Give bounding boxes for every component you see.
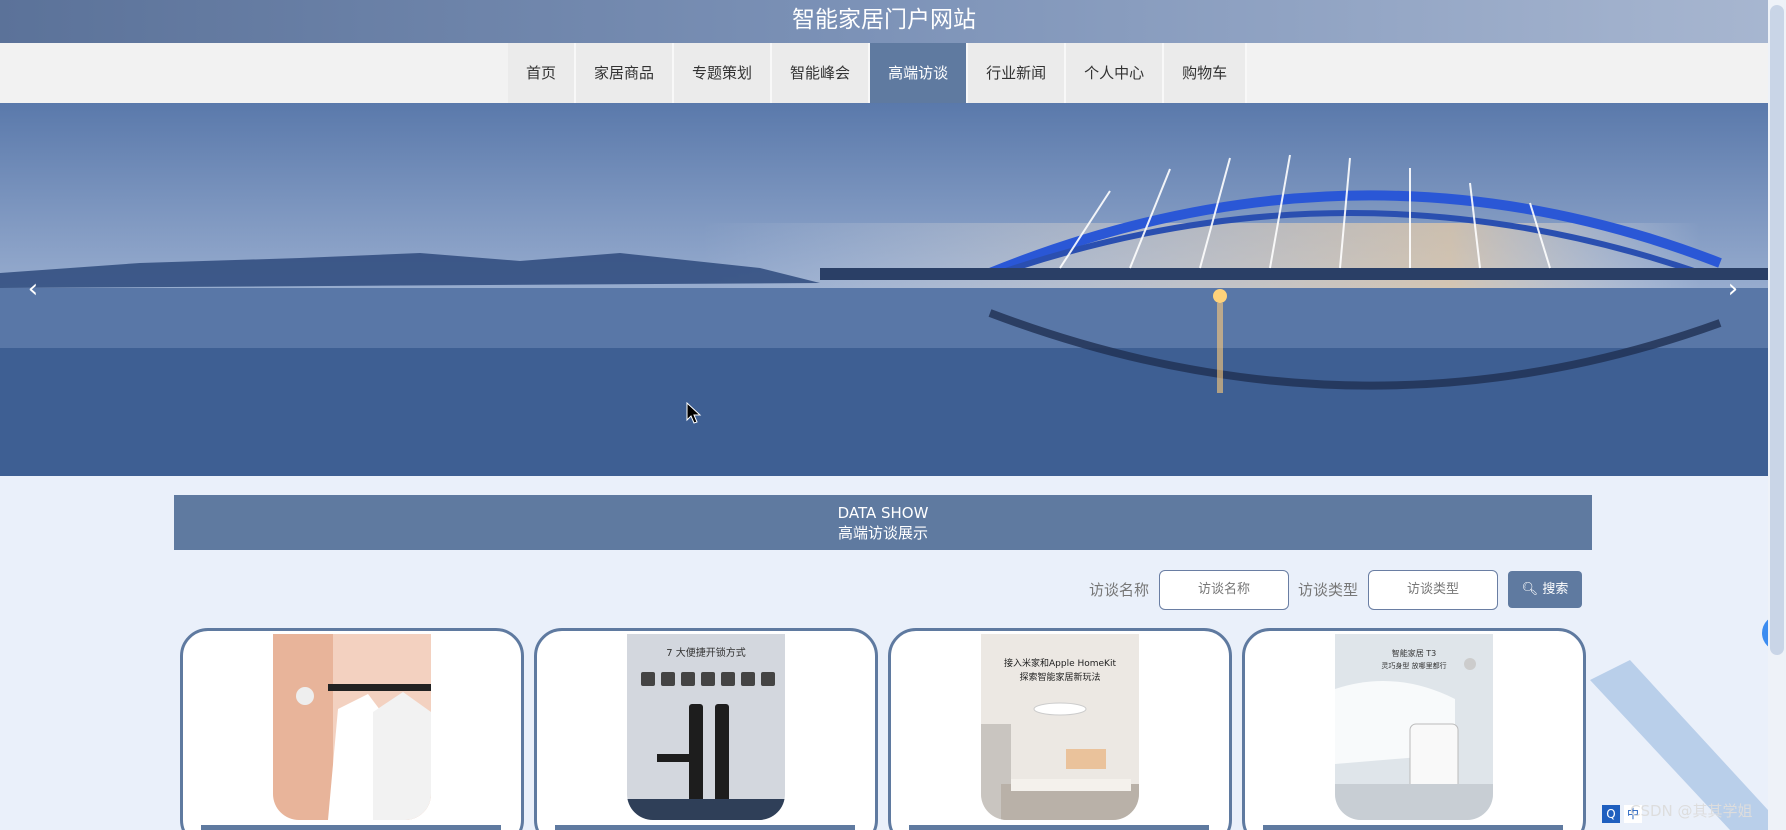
interview-card-4[interactable]: 智能家居 T3 灵巧身型 放哪里都行 — [1242, 628, 1586, 830]
card-bar-1 — [201, 825, 501, 830]
scrollbar-thumb[interactable] — [1770, 5, 1784, 655]
card-4-text-2: 灵巧身型 放哪里都行 — [1381, 661, 1446, 670]
banner-prev-arrow[interactable]: ‹ — [18, 270, 48, 308]
interview-name-label: 访谈名称 — [1089, 581, 1150, 599]
nav-cart[interactable]: 购物车 — [1164, 43, 1248, 103]
nav-interviews[interactable]: 高端访谈 — [870, 43, 969, 103]
card-image-1 — [273, 634, 431, 820]
nav-home[interactable]: 首页 — [508, 43, 577, 103]
card-bar-4 — [1263, 825, 1563, 830]
card-3-text-2: 探索智能家居新玩法 — [1019, 671, 1100, 683]
site-title: 智能家居门户网站 — [0, 0, 1768, 43]
hero-banner — [0, 103, 1768, 476]
search-button-label: 搜索 — [1542, 582, 1569, 597]
banner-next-arrow[interactable]: › — [1718, 270, 1748, 308]
card-3-text-1: 接入米家和Apple HomeKit — [1004, 657, 1116, 669]
section-title-en: DATA SHOW — [837, 504, 929, 522]
card-bar-2 — [555, 825, 855, 830]
nav-industry-news[interactable]: 行业新闻 — [968, 43, 1067, 103]
interview-type-input[interactable]: 访谈类型 — [1368, 570, 1498, 610]
tray-item-q[interactable]: Q — [1602, 805, 1620, 823]
banner-image — [0, 103, 1768, 476]
interview-card-1[interactable] — [180, 628, 524, 830]
section-header: DATA SHOW 高端访谈展示 — [174, 495, 1592, 550]
search-icon: 🔍︎ — [1521, 582, 1539, 597]
interview-card-3[interactable]: 接入米家和Apple HomeKit 探索智能家居新玩法 — [888, 628, 1232, 830]
interview-name-input[interactable]: 访谈名称 — [1159, 570, 1289, 610]
nav-topics[interactable]: 专题策划 — [674, 43, 773, 103]
card-4-text-1: 智能家居 T3 — [1392, 648, 1437, 658]
interview-card-2[interactable]: 7 大便捷开锁方式 — [534, 628, 878, 830]
nav-items: 首页 家居商品 专题策划 智能峰会 高端访谈 行业新闻 个人中心 购物车 — [508, 43, 1248, 103]
nav-user-center[interactable]: 个人中心 — [1066, 43, 1165, 103]
search-button[interactable]: 🔍︎ 搜索 — [1508, 571, 1582, 608]
interview-type-label: 访谈类型 — [1298, 581, 1359, 599]
watermark: CSDN @其其学姐 — [1630, 802, 1753, 820]
card-2-text: 7 大便捷开锁方式 — [666, 646, 746, 659]
nav-summit[interactable]: 智能峰会 — [772, 43, 871, 103]
card-image-4: 智能家居 T3 灵巧身型 放哪里都行 — [1335, 634, 1493, 820]
card-image-3: 接入米家和Apple HomeKit 探索智能家居新玩法 — [981, 634, 1139, 820]
card-bar-3 — [909, 825, 1209, 830]
mouse-cursor-icon — [686, 402, 702, 424]
section-title-cn: 高端访谈展示 — [837, 524, 928, 542]
main-navigation: 首页 家居商品 专题策划 智能峰会 高端访谈 行业新闻 个人中心 购物车 — [0, 43, 1768, 103]
nav-home-products[interactable]: 家居商品 — [576, 43, 675, 103]
card-image-2: 7 大便捷开锁方式 — [627, 634, 785, 820]
